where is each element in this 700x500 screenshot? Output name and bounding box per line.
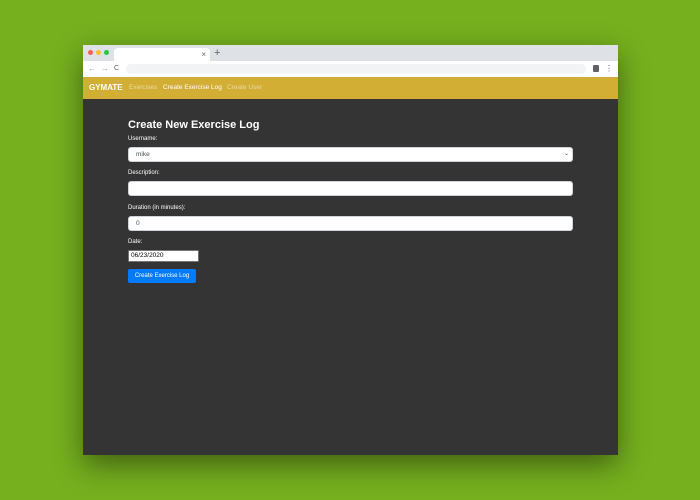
reload-icon[interactable]: C <box>114 63 119 75</box>
create-exercise-log-button[interactable]: Create Exercise Log <box>128 269 196 283</box>
close-tab-icon[interactable]: × <box>201 48 206 61</box>
nav-link-create-user[interactable]: Create User <box>227 77 262 99</box>
browser-menu-icon[interactable]: ⋮ <box>605 63 613 75</box>
page-title: Create New Exercise Log <box>128 119 260 131</box>
username-select[interactable]: mike ⌄ <box>128 147 573 162</box>
date-label: Date: <box>128 239 143 245</box>
tab-bar: × + <box>83 45 618 61</box>
close-window-button[interactable] <box>88 50 93 55</box>
duration-label: Duration (in minutes): <box>128 205 186 211</box>
duration-input[interactable]: 0 <box>128 216 573 231</box>
nav-link-create-exercise-log[interactable]: Create Exercise Log <box>163 77 222 99</box>
brand-logo[interactable]: GYMATE <box>89 77 123 99</box>
browser-tab[interactable]: × <box>114 48 210 61</box>
nav-link-exercises[interactable]: Exercises <box>129 77 157 99</box>
forward-icon[interactable]: → <box>101 63 109 75</box>
back-icon[interactable]: ← <box>88 63 96 75</box>
description-input[interactable] <box>128 181 573 196</box>
address-bar[interactable] <box>126 64 586 74</box>
username-label: Username: <box>128 136 158 142</box>
username-selected-value: mike <box>136 151 150 158</box>
chevron-down-icon: ⌄ <box>563 151 569 157</box>
new-tab-button[interactable]: + <box>214 46 220 60</box>
description-label: Description: <box>128 170 160 176</box>
window-controls <box>88 50 109 55</box>
app-navbar: GYMATE Exercises Create Exercise Log Cre… <box>83 77 618 99</box>
browser-toolbar: ← → C ⋮ <box>83 61 618 78</box>
extension-icon[interactable] <box>593 65 599 72</box>
browser-window: × + ← → C ⋮ GYMATE Exercises Create Exer… <box>83 45 618 455</box>
maximize-window-button[interactable] <box>104 50 109 55</box>
date-picker-input[interactable]: 06/23/2020 <box>128 250 199 262</box>
minimize-window-button[interactable] <box>96 50 101 55</box>
